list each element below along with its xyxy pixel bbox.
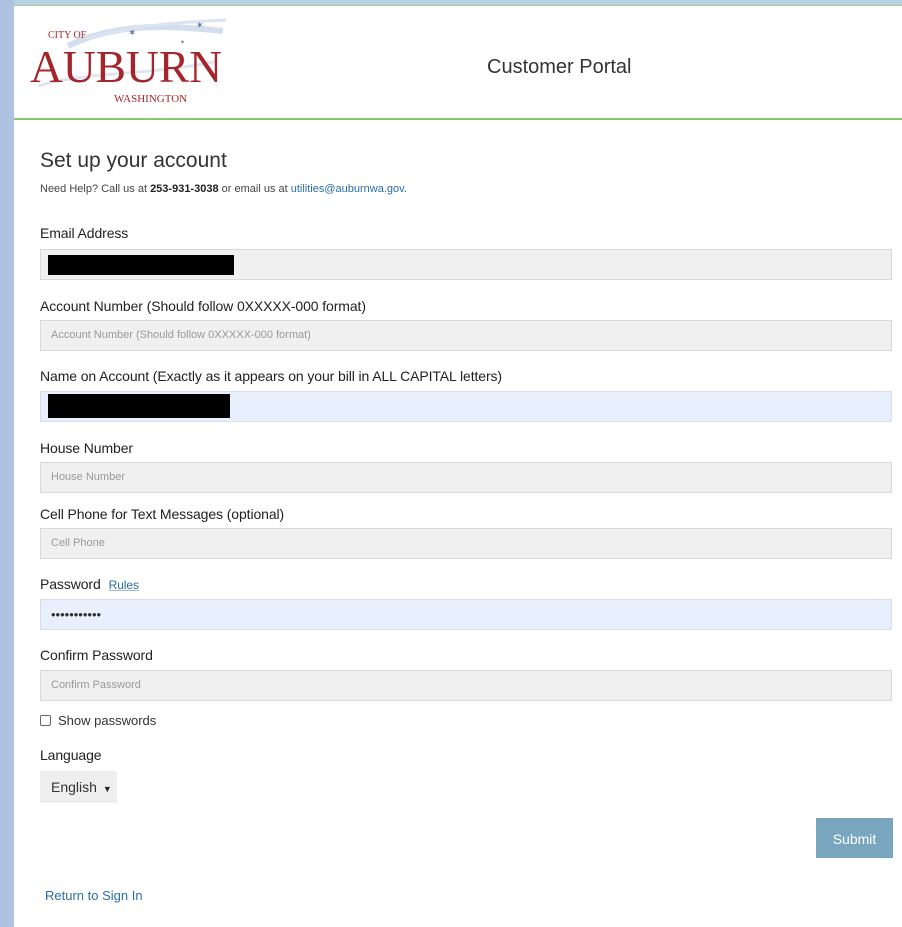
show-passwords-label: Show passwords xyxy=(58,713,157,728)
confirm-password-label: Confirm Password xyxy=(40,647,153,663)
show-passwords-checkbox[interactable] xyxy=(40,715,51,726)
cell-phone-label: Cell Phone for Text Messages (optional) xyxy=(40,506,285,522)
password-value: ••••••••••• xyxy=(51,607,102,622)
confirm-password-input[interactable]: Confirm Password xyxy=(40,670,892,701)
signup-form: Set up your account Need Help? Call us a… xyxy=(40,148,892,803)
redaction-box xyxy=(48,394,230,418)
language-label: Language xyxy=(40,747,102,763)
password-label-row: Password Rules xyxy=(40,576,139,592)
help-phone: 253-931-3038 xyxy=(150,183,219,195)
cell-phone-placeholder: Cell Phone xyxy=(51,537,105,549)
city-logo[interactable]: ✶ ✶ ✶ CITY OF AUBURN WASHINGTON xyxy=(28,16,228,106)
email-label: Email Address xyxy=(40,225,129,241)
email-input[interactable] xyxy=(40,249,892,280)
logo-washington: WASHINGTON xyxy=(114,93,187,105)
help-suffix: . xyxy=(403,183,407,195)
page-title: Set up your account xyxy=(40,149,227,172)
password-input[interactable]: ••••••••••• xyxy=(40,599,892,630)
password-label: Password xyxy=(40,576,101,592)
header: ✶ ✶ ✶ CITY OF AUBURN WASHINGTON Customer… xyxy=(14,6,902,120)
house-number-label: House Number xyxy=(40,440,133,456)
redaction-box xyxy=(48,255,234,275)
language-selected: English xyxy=(51,779,97,795)
name-on-account-input[interactable] xyxy=(40,391,892,422)
password-rules-link[interactable]: Rules xyxy=(109,578,139,592)
help-prefix: Need Help? Call us at xyxy=(40,183,151,195)
portal-title: Customer Portal xyxy=(487,56,632,78)
house-number-input[interactable]: House Number xyxy=(40,462,892,493)
help-middle: or email us at xyxy=(218,183,291,195)
language-select[interactable]: English ▼ xyxy=(40,771,117,803)
submit-button[interactable]: Submit xyxy=(816,818,893,858)
account-number-label: Account Number (Should follow 0XXXXX-000… xyxy=(40,298,366,314)
caret-down-icon: ▼ xyxy=(102,784,112,794)
logo-auburn: AUBURN xyxy=(30,41,222,92)
logo-star: ✶ xyxy=(128,28,136,39)
house-number-placeholder: House Number xyxy=(51,471,125,483)
help-email-link[interactable]: utilities@auburnwa.gov xyxy=(291,183,404,195)
name-on-account-label: Name on Account (Exactly as it appears o… xyxy=(40,368,502,384)
cell-phone-input[interactable]: Cell Phone xyxy=(40,528,892,559)
page: ✶ ✶ ✶ CITY OF AUBURN WASHINGTON Customer… xyxy=(14,0,902,927)
show-passwords-row[interactable]: Show passwords xyxy=(40,713,156,728)
account-number-input[interactable]: Account Number (Should follow 0XXXXX-000… xyxy=(40,320,892,351)
logo-star: ✶ xyxy=(196,20,204,30)
logo-city-of: CITY OF xyxy=(48,30,87,41)
return-to-sign-in-link[interactable]: Return to Sign In xyxy=(45,888,143,903)
account-number-placeholder: Account Number (Should follow 0XXXXX-000… xyxy=(51,329,311,341)
help-text: Need Help? Call us at 253-931-3038 or em… xyxy=(40,182,892,196)
confirm-password-placeholder: Confirm Password xyxy=(51,679,141,691)
